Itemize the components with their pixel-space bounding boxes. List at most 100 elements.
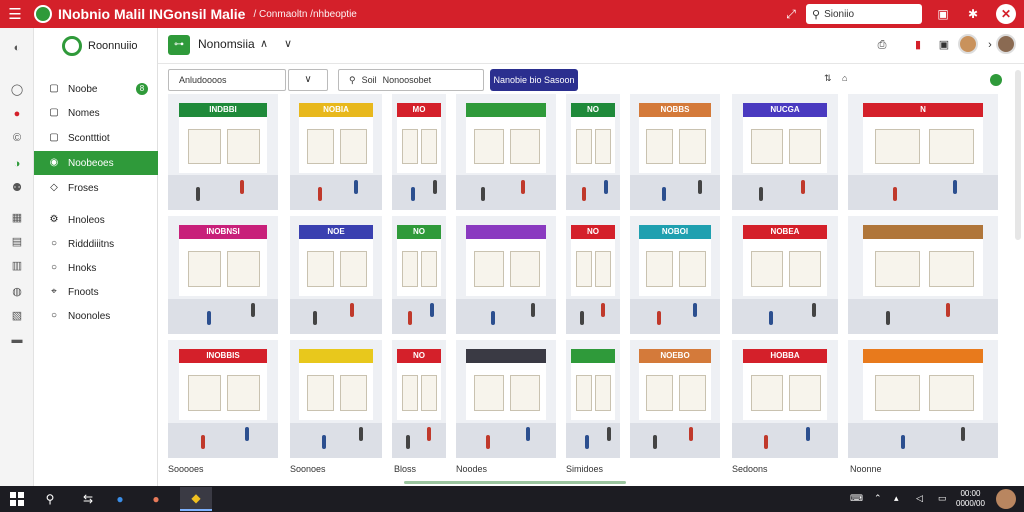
sidebar-item-noobe[interactable]: ▢ Noobe 8	[34, 77, 158, 101]
copyright-icon[interactable]: ©	[9, 130, 25, 146]
shopper-figure	[601, 303, 606, 318]
calendar-icon[interactable]: ▣	[936, 37, 952, 53]
calendar-icon[interactable]: ▦	[9, 210, 25, 226]
keyboard-icon[interactable]: ⌨	[850, 493, 863, 504]
list-icon[interactable]: ▧	[9, 308, 25, 324]
shop-tile[interactable]: NOEBO	[630, 340, 720, 458]
shop-tile[interactable]: NO	[566, 94, 620, 210]
home-icon[interactable]: ⌂	[842, 73, 847, 83]
shop-sign	[466, 225, 546, 239]
shop-tile[interactable]: NUCGA	[732, 94, 838, 210]
shop-tile[interactable]: NOBOI	[630, 216, 720, 334]
widgets-icon[interactable]: ⇆	[80, 491, 96, 507]
system-clock[interactable]: 00:00 0000/00	[956, 489, 985, 509]
shop-tile[interactable]: NO	[566, 216, 620, 334]
browser-icon[interactable]: ●	[112, 491, 128, 507]
shop-sign: NOBEA	[770, 227, 800, 237]
shop-window	[646, 375, 674, 411]
clock-time: 00:00	[960, 489, 981, 498]
status-icon[interactable]: ◑	[9, 156, 25, 172]
search-placeholder: Sioniio	[824, 8, 855, 20]
shop-window	[789, 251, 822, 287]
app-icon[interactable]: ●	[148, 491, 164, 507]
shop-tile[interactable]	[290, 340, 382, 458]
sidebar-item-scontttiot[interactable]: ▢ Scontttiot	[34, 126, 158, 150]
battery-icon[interactable]: ▭	[938, 493, 947, 504]
chevron-up-icon[interactable]: ∧	[260, 37, 268, 50]
shop-tile[interactable]	[848, 216, 998, 334]
settings-icon[interactable]: ✱	[964, 5, 982, 23]
grid-icon[interactable]: ▤	[9, 234, 25, 250]
shop-window	[575, 375, 592, 411]
sidebar-item-froses[interactable]: ◇ Froses	[34, 176, 158, 200]
shop-window	[678, 251, 706, 287]
shop-tile[interactable]	[566, 340, 620, 458]
sidebar-item-fnoots[interactable]: ⌖ Fnoots	[34, 280, 158, 304]
network-icon[interactable]: ▴	[894, 493, 899, 504]
sidebar-item-ridddiiitns[interactable]: ○ Ridddiiitns	[34, 232, 158, 256]
shopper-figure	[893, 186, 897, 201]
search-icon[interactable]: ⚲	[42, 491, 58, 507]
sidebar-item-nomes[interactable]: ▢ Nomes	[34, 101, 158, 125]
users-icon[interactable]: ⚉	[9, 180, 25, 196]
chevron-up-icon[interactable]: ⌃	[874, 493, 882, 504]
shop-window	[575, 251, 592, 287]
shop-tile[interactable]: NO	[392, 340, 446, 458]
shop-tile[interactable]: HOBBA	[732, 340, 838, 458]
globe-icon[interactable]: ◍	[9, 284, 25, 300]
volume-icon[interactable]: ◁	[916, 493, 923, 504]
close-icon[interactable]: ✕	[996, 4, 1016, 24]
shop-tile[interactable]: INOBBIS	[168, 340, 278, 458]
shop-tile[interactable]	[456, 94, 556, 210]
clipboard-icon[interactable]: ▣	[934, 5, 952, 23]
user-avatar[interactable]	[996, 34, 1016, 54]
alert-icon[interactable]: ●	[9, 106, 25, 122]
shop-tile[interactable]: NO	[392, 216, 446, 334]
chevron-down-icon[interactable]: ∨	[284, 37, 292, 50]
shopper-figure	[960, 427, 965, 442]
hamburger-menu-icon[interactable]: ☰	[0, 5, 30, 23]
share-icon[interactable]: ⎙	[874, 37, 890, 53]
avatar[interactable]	[958, 34, 978, 54]
sidebar-item-hnoks[interactable]: ○ Hnoks	[34, 256, 158, 280]
shop-tile[interactable]: N	[848, 94, 998, 210]
chevron-down-icon[interactable]: ∨	[288, 69, 328, 91]
shop-tile[interactable]: NOE	[290, 216, 382, 334]
notification-icon[interactable]: ▮	[910, 37, 926, 53]
sidebar-item-hnoleos[interactable]: ⚙ Hnoleos	[34, 208, 158, 232]
shop-tile[interactable]	[456, 216, 556, 334]
storage-icon[interactable]: ▬	[9, 332, 25, 348]
shop-tile[interactable]: NOBBS	[630, 94, 720, 210]
shop-tile[interactable]: INOBNSI	[168, 216, 278, 334]
document-icon[interactable]: ▥	[9, 258, 25, 274]
user-avatar[interactable]	[996, 489, 1016, 509]
primary-action-button[interactable]: Nanobie bio Sasoon	[490, 69, 578, 91]
shop-tile[interactable]: NOBIA	[290, 94, 382, 210]
shop-sign	[299, 349, 373, 363]
status-dot-icon[interactable]	[990, 74, 1002, 86]
shop-tile[interactable]: NOBEA	[732, 216, 838, 334]
shop-tile[interactable]	[848, 340, 998, 458]
search-field[interactable]: ⚲ Soil Nonoosobet	[338, 69, 484, 91]
sidebar-item-noobeoes[interactable]: ◉ Noobeoes	[34, 151, 158, 175]
home-icon[interactable]: ◯	[9, 82, 25, 98]
sidebar-brand[interactable]: Roonnuiio	[62, 36, 138, 56]
search-value: Nonoosobet	[382, 75, 432, 85]
shop-tile[interactable]: INDBBI	[168, 94, 278, 210]
back-icon[interactable]: ◐	[9, 40, 25, 56]
vertical-scrollbar[interactable]	[1015, 70, 1021, 240]
shop-window	[339, 128, 368, 164]
horizontal-scrollbar[interactable]	[404, 481, 626, 484]
shop-tile[interactable]: MO	[392, 94, 446, 210]
windows-start-icon[interactable]	[10, 492, 24, 506]
search-input[interactable]: ⚲ Sioniio	[806, 4, 922, 24]
expand-icon[interactable]: ⤢	[782, 5, 800, 23]
sort-icon[interactable]: ⇅	[824, 73, 832, 84]
filter-dropdown[interactable]: Anludoooos	[168, 69, 286, 91]
sidebar-item-noonoles[interactable]: ○ Noonoles	[34, 304, 158, 328]
photos-icon: ◆	[191, 491, 201, 505]
shop-window	[474, 128, 504, 164]
active-app-button[interactable]: ◆	[180, 487, 212, 511]
shop-sign: NOBBS	[660, 105, 690, 115]
shop-tile[interactable]	[456, 340, 556, 458]
